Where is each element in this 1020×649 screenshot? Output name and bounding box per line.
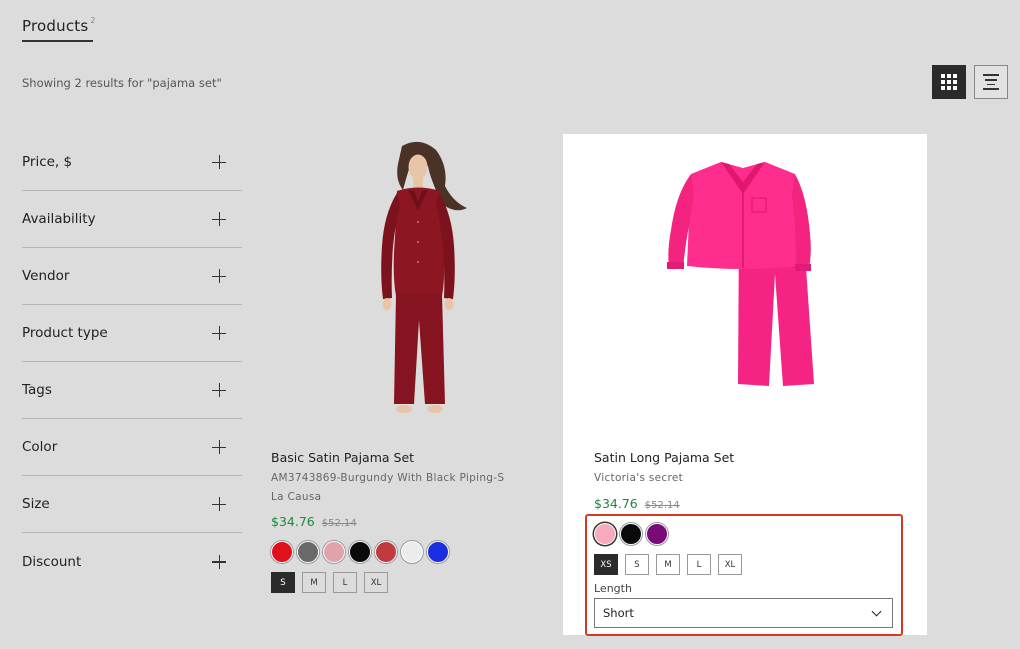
swatch-white[interactable] <box>401 541 423 563</box>
plus-icon[interactable] <box>212 440 226 454</box>
product-image[interactable] <box>563 134 927 434</box>
filter-label: Product type <box>22 325 108 341</box>
filter-sidebar: Price, $ Availability Vendor Product typ… <box>22 134 242 590</box>
filter-availability[interactable]: Availability <box>22 191 242 248</box>
filter-product-type[interactable]: Product type <box>22 305 242 362</box>
swatch-purple[interactable] <box>646 523 668 545</box>
plus-icon[interactable] <box>212 383 226 397</box>
filter-label: Availability <box>22 211 96 227</box>
filter-label: Color <box>22 439 58 455</box>
chevron-down-icon <box>871 606 882 616</box>
product-price: $34.76 <box>271 514 315 529</box>
page-title: Products <box>22 17 89 35</box>
swatch-blue[interactable] <box>427 541 449 563</box>
price-row: $34.76 $52.14 <box>271 514 357 529</box>
color-swatches <box>271 541 449 563</box>
product-price: $34.76 <box>594 496 638 511</box>
size-option[interactable]: XL <box>718 554 742 575</box>
swatch-black[interactable] <box>349 541 371 563</box>
plus-icon[interactable] <box>212 269 226 283</box>
size-option[interactable]: XS <box>594 554 618 575</box>
list-view-button[interactable] <box>974 65 1008 99</box>
grid-view-button[interactable] <box>932 65 966 99</box>
plus-icon[interactable] <box>212 497 226 511</box>
filter-color[interactable]: Color <box>22 419 242 476</box>
swatch-gray[interactable] <box>297 541 319 563</box>
length-select-value: Short <box>603 606 634 620</box>
size-options: XS S M L XL <box>594 554 742 575</box>
swatch-burgundy[interactable] <box>375 541 397 563</box>
plus-icon[interactable] <box>212 554 226 569</box>
size-options: S M L XL <box>271 572 388 593</box>
product-card: Satin Long Pajama Set Victoria's secret … <box>563 134 927 636</box>
compare-price: $52.14 <box>644 500 680 511</box>
filter-size[interactable]: Size <box>22 476 242 533</box>
swatch-black[interactable] <box>620 523 642 545</box>
swatch-pink[interactable] <box>594 523 616 545</box>
grid-icon <box>941 74 957 90</box>
product-sku: AM3743869-Burgundy With Black Piping-S <box>271 472 505 484</box>
filter-label: Vendor <box>22 268 70 284</box>
products-heading: Products 2 <box>22 16 95 42</box>
color-swatches <box>594 523 668 545</box>
filter-vendor[interactable]: Vendor <box>22 248 242 305</box>
size-option[interactable]: L <box>333 572 357 593</box>
filter-price[interactable]: Price, $ <box>22 134 242 191</box>
size-option[interactable]: M <box>302 572 326 593</box>
price-row: $34.76 $52.14 <box>594 496 680 511</box>
size-option[interactable]: L <box>687 554 711 575</box>
filter-label: Price, $ <box>22 154 73 170</box>
size-option[interactable]: XL <box>364 572 388 593</box>
title-underline <box>22 40 93 42</box>
filter-label: Discount <box>22 553 82 570</box>
plus-icon[interactable] <box>212 155 226 169</box>
size-option[interactable]: S <box>271 572 295 593</box>
product-card: Basic Satin Pajama Set AM3743869-Burgund… <box>270 134 550 593</box>
filter-label: Tags <box>22 382 52 398</box>
product-vendor: Victoria's secret <box>594 472 684 484</box>
swatch-red[interactable] <box>271 541 293 563</box>
results-summary: Showing 2 results for "pajama set" <box>22 76 222 90</box>
product-count-badge: 2 <box>90 16 96 25</box>
product-image[interactable] <box>270 134 550 434</box>
compare-price: $52.14 <box>321 518 357 529</box>
filter-tags[interactable]: Tags <box>22 362 242 419</box>
plus-icon[interactable] <box>212 326 226 340</box>
swatch-pink[interactable] <box>323 541 345 563</box>
length-select[interactable]: Short <box>594 598 893 628</box>
size-option[interactable]: M <box>656 554 680 575</box>
filter-label: Size <box>22 496 50 512</box>
list-icon <box>983 74 999 90</box>
size-option[interactable]: S <box>625 554 649 575</box>
length-label: Length <box>594 582 632 595</box>
product-title[interactable]: Satin Long Pajama Set <box>594 450 734 465</box>
product-title[interactable]: Basic Satin Pajama Set <box>271 450 414 465</box>
product-vendor: La Causa <box>271 491 322 503</box>
filter-discount[interactable]: Discount <box>22 533 242 590</box>
plus-icon[interactable] <box>212 212 226 226</box>
